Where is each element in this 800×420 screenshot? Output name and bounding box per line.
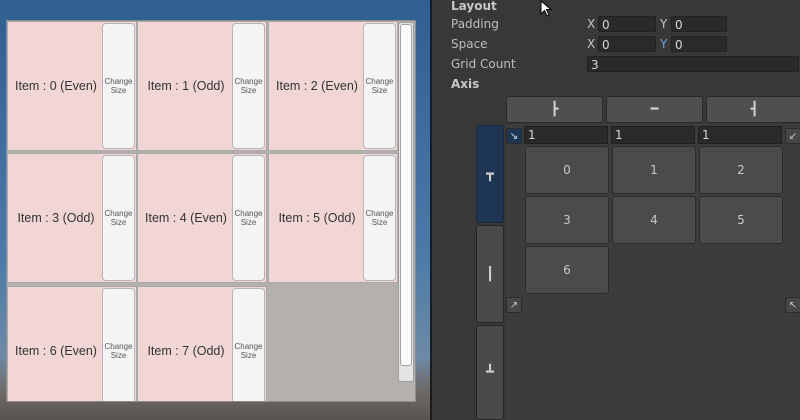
align-left-icon: ┣ [550,102,559,117]
item-label: Item : 2 (Even) [276,79,358,93]
padding-x-input[interactable]: 0 [598,16,656,32]
item-label: Item : 6 (Even) [15,344,97,358]
grid-cell-6[interactable]: 6 [525,246,609,294]
change-size-button[interactable]: Change Size [363,155,396,281]
change-size-button[interactable]: Change Size [363,23,396,149]
grid-count-input[interactable]: 3 [587,56,799,72]
change-size-button[interactable]: Change Size [102,288,135,401]
grid-item-7: Item : 7 (Odd) Change Size [137,286,267,401]
grid-item-4: Item : 4 (Even) Change Size [137,153,267,283]
grid-cell-0[interactable]: 0 [525,146,609,194]
align-right-button[interactable]: ┫ [706,96,800,123]
arrow-down-left-icon: ↙ [788,130,798,142]
align-right-icon: ┫ [750,102,759,117]
space-y-label: Y [660,37,668,51]
layout-section-title: Layout [451,0,497,13]
grid-item-2: Item : 2 (Even) Change Size [268,21,398,151]
grid-item-6: Item : 6 (Even) Change Size [7,286,137,401]
item-label: Item : 7 (Odd) [147,344,225,358]
align-top-tab[interactable]: ┳ [476,125,504,223]
grid-item-5: Item : 5 (Odd) Change Size [268,153,398,283]
align-top-icon: ┳ [486,166,494,182]
align-middle-tab[interactable]: ┃ [476,225,504,323]
mouse-cursor-icon [540,0,553,17]
change-size-button[interactable]: Change Size [102,23,135,149]
corner-top-left-button[interactable]: ↘ [506,128,522,144]
grid-cell-5[interactable]: 5 [699,196,783,244]
space-x-label: X [587,37,596,51]
space-x-input[interactable]: 0 [598,36,656,52]
scroll-view[interactable]: Item : 0 (Even) Change Size Item : 1 (Odd… [6,20,416,402]
inspector-panel: Layout Padding X 0 Y 0 Space X 0 Y 0 Gri… [430,0,800,420]
align-middle-icon: ┃ [486,266,494,282]
arrow-up-right-icon: ↗ [509,299,519,311]
grid-cell-1[interactable]: 1 [612,146,696,194]
corner-top-right-button[interactable]: ↙ [785,128,800,144]
column-size-field-1[interactable]: 1 [611,126,695,144]
corner-bottom-left-button[interactable]: ↗ [506,297,522,313]
padding-x-label: X [587,17,596,31]
grid-item-3: Item : 3 (Odd) Change Size [7,153,137,283]
padding-label: Padding [451,17,499,31]
space-y-input[interactable]: 0 [671,36,727,52]
item-label: Item : 5 (Odd) [278,211,356,225]
align-left-button[interactable]: ┣ [506,96,603,123]
axis-section-title: Axis [451,77,480,91]
vertical-scrollbar[interactable] [398,22,414,382]
column-size-field-2[interactable]: 1 [698,126,782,144]
item-label: Item : 3 (Odd) [17,211,95,225]
grid-count-label: Grid Count [451,57,516,71]
arrow-down-right-icon: ↘ [509,130,519,142]
align-bottom-icon: ┻ [486,365,494,380]
scene-view: Item : 0 (Even) Change Size Item : 1 (Odd… [0,0,430,420]
grid-cell-2[interactable]: 2 [699,146,783,194]
change-size-button[interactable]: Change Size [232,23,265,149]
align-bottom-tab[interactable]: ┻ [476,325,504,420]
space-label: Space [451,37,488,51]
padding-y-input[interactable]: 0 [671,16,727,32]
align-center-icon: ━ [650,102,659,117]
corner-bottom-right-button[interactable]: ↖ [785,297,800,313]
grid-item-1: Item : 1 (Odd) Change Size [137,21,267,151]
grid-cell-4[interactable]: 4 [612,196,696,244]
scrollbar-thumb[interactable] [400,24,412,366]
arrow-up-left-icon: ↖ [788,299,798,311]
item-label: Item : 4 (Even) [145,211,227,225]
change-size-button[interactable]: Change Size [232,155,265,281]
column-size-field-0[interactable]: 1 [524,126,608,144]
item-label: Item : 0 (Even) [15,79,97,93]
grid-item-0: Item : 0 (Even) Change Size [7,21,137,151]
change-size-button[interactable]: Change Size [102,155,135,281]
align-center-button[interactable]: ━ [606,96,703,123]
padding-y-label: Y [660,17,668,31]
grid-cell-3[interactable]: 3 [525,196,609,244]
item-label: Item : 1 (Odd) [147,79,225,93]
change-size-button[interactable]: Change Size [232,288,265,401]
